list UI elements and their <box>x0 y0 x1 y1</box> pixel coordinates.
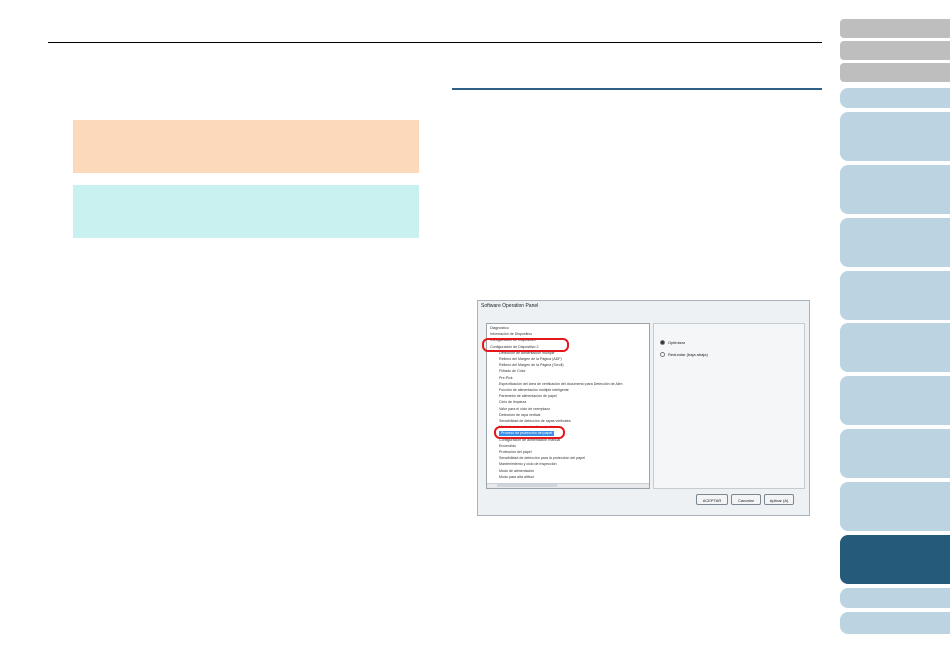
tree-item[interactable]: Encendido <box>499 444 516 449</box>
highlight-paper-protection-process <box>494 426 565 439</box>
tree-item[interactable]: Mantenimiento y ciclo de inspección <box>499 462 557 467</box>
tab-top-2[interactable] <box>840 41 950 60</box>
radio-label: Redundar (baja abaja) <box>668 352 708 357</box>
tab-section-5[interactable] <box>840 271 950 320</box>
tab-top-3[interactable] <box>840 63 950 82</box>
header-rule <box>48 42 822 43</box>
tab-section-2[interactable] <box>840 112 950 161</box>
tree-item[interactable]: Sensibilidad de detección para la protec… <box>499 456 585 461</box>
radio-label: Optimizar <box>668 340 686 345</box>
tree-item[interactable]: Pre-Pick <box>499 376 513 381</box>
tree-item[interactable]: Detección de raya vertical <box>499 413 540 418</box>
tab-section-3[interactable] <box>840 165 950 214</box>
tab-section-9[interactable] <box>840 482 950 531</box>
tree-item[interactable]: Diagnóstico <box>490 326 509 331</box>
tree-horizontal-scrollbar[interactable] <box>487 483 649 488</box>
tree-item[interactable]: Modo de alimentación <box>499 469 534 474</box>
tree-item[interactable]: Relleno del Margen de la Página (ADF) <box>499 357 562 362</box>
tab-top-1[interactable] <box>840 19 950 38</box>
radio-option-optimize[interactable]: Optimizar <box>660 340 686 346</box>
hint-box <box>73 185 419 238</box>
apply-button[interactable]: Aplicar (A) <box>764 494 794 505</box>
tab-section-7[interactable] <box>840 376 950 425</box>
radio-selected-icon <box>660 340 665 346</box>
tab-section-6[interactable] <box>840 323 950 372</box>
tree-item[interactable]: Información de Dispositivo <box>490 332 532 337</box>
tree-item[interactable]: Modo para alta altitud <box>499 475 534 480</box>
software-operation-panel-window: Software Operation Panel Modo para alta … <box>477 300 810 516</box>
radio-unselected-icon <box>660 352 665 358</box>
tab-bottom-2[interactable] <box>840 612 950 634</box>
tree-item[interactable]: Función de alimentación múltiple intelig… <box>499 388 569 393</box>
section-rule <box>452 88 822 90</box>
highlight-device-setting-2 <box>482 338 569 352</box>
radio-option-redundant[interactable]: Redundar (baja abaja) <box>660 352 708 358</box>
tree-item[interactable]: Parámetro de alimentación de papel <box>499 394 557 399</box>
tree-item[interactable]: Relleno del Margen de la Página (Scroll) <box>499 363 564 368</box>
tree-item[interactable]: Sensibilidad de detección de rayas verti… <box>499 419 571 424</box>
tab-section-8[interactable] <box>840 429 950 478</box>
tree-item[interactable]: Protección del papel <box>499 450 532 455</box>
tab-section-4[interactable] <box>840 218 950 267</box>
tab-section-1[interactable] <box>840 88 950 108</box>
tree-item[interactable]: Filtrado de Color <box>499 369 526 374</box>
window-title: Software Operation Panel <box>481 303 539 309</box>
tab-bottom-1[interactable] <box>840 588 950 608</box>
tree-item[interactable]: Especificación del área de verificación … <box>499 382 622 387</box>
scrollbar-thumb[interactable] <box>497 484 557 487</box>
options-panel: Optimizar Redundar (baja abaja) <box>653 323 805 489</box>
caution-box <box>73 120 419 173</box>
ok-button[interactable]: ACEPTAR <box>696 494 728 505</box>
cancel-button[interactable]: Cancelar <box>731 494 761 505</box>
tree-item[interactable]: Valor para el ciclo de reemplazo <box>499 407 550 412</box>
tree-item[interactable]: Ciclo de limpieza <box>499 400 526 405</box>
tab-section-active[interactable] <box>840 535 950 584</box>
